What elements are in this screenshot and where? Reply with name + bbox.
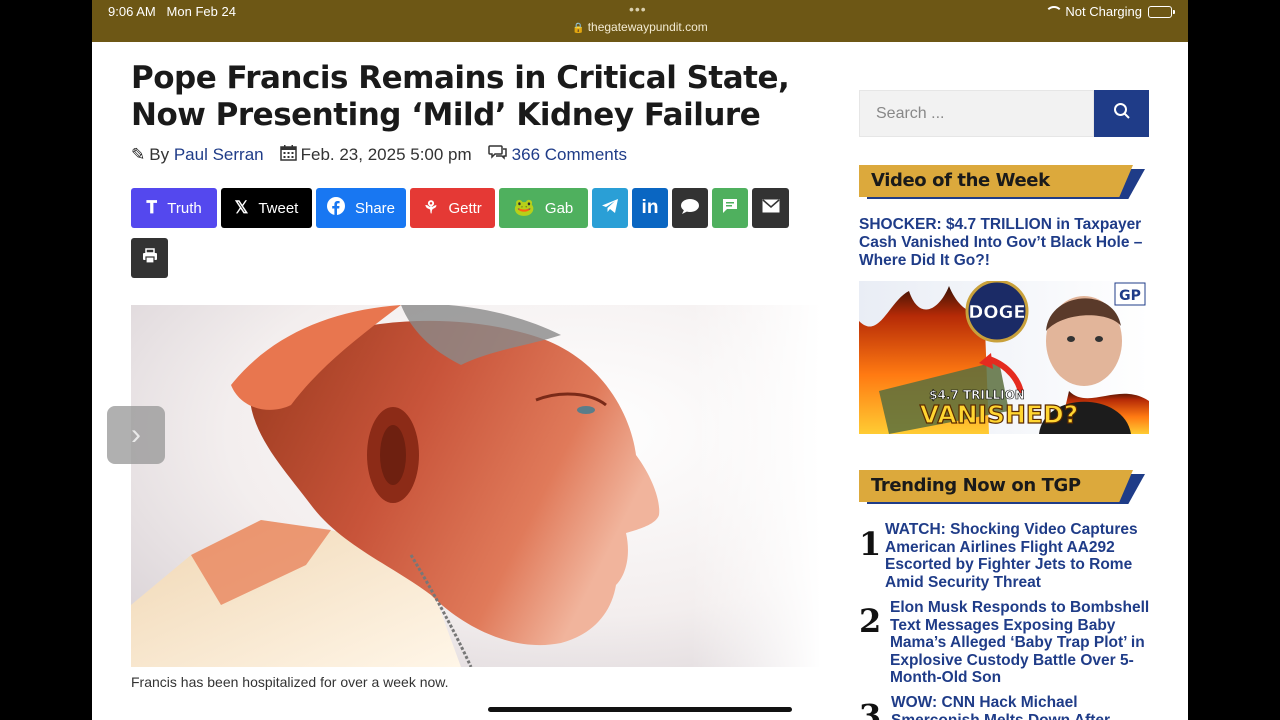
video-title-link[interactable]: SHOCKER: $4.7 TRILLION in Taxpayer Cash … — [859, 216, 1149, 270]
share-facebook-button[interactable]: Share — [316, 188, 406, 228]
url-text: thegatewaypundit.com — [587, 20, 708, 34]
status-right: Not Charging — [1045, 4, 1175, 19]
svg-text:DOGE: DOGE — [968, 302, 1025, 323]
comments-link[interactable]: 366 Comments — [512, 145, 627, 165]
share-email-button[interactable] — [752, 188, 789, 228]
chevron-right-icon: › — [131, 418, 141, 451]
trending-now-heading: Trending Now on TGP — [859, 470, 1145, 504]
gab-icon: 🐸 — [513, 198, 535, 217]
calendar-icon — [279, 144, 297, 166]
article-hero-image — [131, 305, 821, 667]
email-icon — [762, 199, 780, 217]
pencil-icon: ✎ — [131, 145, 146, 164]
share-gettr-button[interactable]: ⚘ Gettr — [410, 188, 495, 228]
search-input[interactable]: Search ... — [859, 90, 1094, 137]
lock-icon: 🔒 — [572, 23, 585, 34]
by-label: By — [149, 145, 170, 164]
share-linkedin-button[interactable]: in — [632, 188, 668, 228]
share-sms-button[interactable] — [712, 188, 748, 228]
battery-status-text: Not Charging — [1065, 4, 1142, 19]
linkedin-icon: in — [641, 197, 659, 218]
address-bar[interactable]: 🔒 thegatewaypundit.com — [92, 20, 1188, 34]
x-icon: 𝕏 — [234, 198, 249, 217]
image-caption: Francis has been hospitalized for over a… — [131, 674, 449, 690]
svg-text:GP: GP — [1119, 288, 1141, 304]
trending-title-link[interactable]: WATCH: Shocking Video Captures American … — [885, 521, 1147, 591]
comment-icon — [680, 198, 700, 219]
trending-title-link[interactable]: WOW: CNN Hack Michael Smerconish Melts D… — [891, 694, 1117, 720]
publish-date: Feb. 23, 2025 5:00 pm — [300, 145, 472, 164]
share-telegram-button[interactable] — [592, 188, 628, 228]
battery-icon — [1148, 5, 1175, 18]
article: Pope Francis Remains in Critical State, … — [131, 60, 791, 278]
status-bar: 9:06 AM Mon Feb 24 ••• 🔒 thegatewaypundit… — [92, 0, 1188, 42]
telegram-icon — [601, 198, 619, 218]
search-form: Search ... — [859, 90, 1149, 137]
article-meta: ✎ By Paul Serran Feb. 23, 2025 5:00 pm 3… — [131, 144, 791, 166]
next-arrow-button[interactable]: › — [107, 406, 165, 464]
trending-rank: 2 — [859, 602, 882, 640]
sms-icon — [722, 198, 738, 218]
trending-rank: 3 — [859, 697, 882, 720]
video-of-the-week-heading: Video of the Week — [859, 165, 1145, 199]
print-button[interactable] — [131, 238, 168, 278]
article-headline: Pope Francis Remains in Critical State, … — [131, 60, 790, 133]
status-time: 9:06 AM Mon Feb 24 — [108, 4, 236, 19]
comments-icon — [487, 144, 508, 166]
search-icon — [1113, 102, 1131, 125]
home-indicator[interactable] — [488, 707, 792, 712]
trending-title-link[interactable]: Elon Musk Responds to Bombshell Text Mes… — [890, 599, 1150, 687]
share-x-button[interactable]: 𝕏 Tweet — [221, 188, 312, 228]
multitasking-dots-icon[interactable]: ••• — [629, 1, 647, 17]
video-thumbnail[interactable]: DOGE $4.7 TRILLION VANISHED? GP — [859, 281, 1149, 434]
gettr-icon: ⚘ — [423, 198, 439, 217]
share-gab-button[interactable]: 🐸 Gab — [499, 188, 588, 228]
share-truth-button[interactable]: 𝐓 Truth — [131, 188, 217, 228]
print-icon — [142, 248, 158, 268]
search-button[interactable] — [1094, 90, 1149, 137]
truth-social-icon: 𝐓 — [146, 198, 158, 217]
browser-page: 9:06 AM Mon Feb 24 ••• 🔒 thegatewaypundit… — [92, 0, 1188, 720]
share-comment-button[interactable] — [672, 188, 708, 228]
facebook-icon — [326, 197, 345, 219]
trending-rank: 1 — [859, 525, 882, 563]
wifi-icon — [1045, 6, 1064, 17]
share-buttons: 𝐓 Truth 𝕏 Tweet Share ⚘ Gettr 🐸 Gab in — [131, 188, 801, 278]
author-link[interactable]: Paul Serran — [174, 145, 264, 165]
svg-text:VANISHED?: VANISHED? — [920, 400, 1078, 429]
